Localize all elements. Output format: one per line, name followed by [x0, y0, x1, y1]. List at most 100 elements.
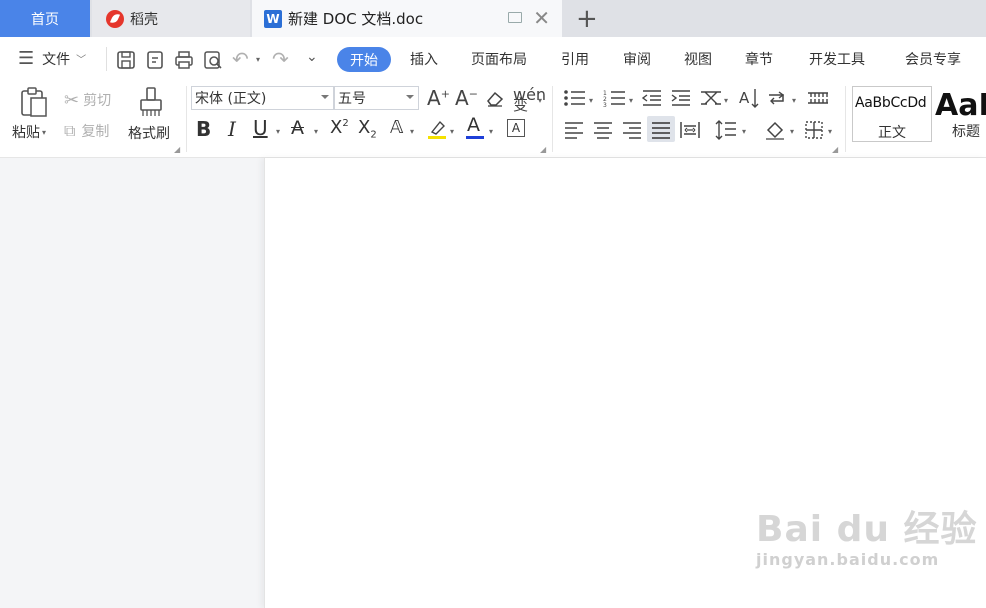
phonetic-dropdown-icon[interactable]: ▾ — [538, 96, 542, 105]
font-dialog-launcher-icon[interactable]: ◢ — [540, 145, 546, 154]
cut-label: 剪切 — [83, 93, 112, 109]
baidu-watermark: Bai du 经验 jingyan.baidu.com — [756, 500, 978, 569]
divider — [186, 86, 187, 152]
print-icon[interactable] — [174, 50, 194, 70]
increase-indent-icon[interactable] — [670, 89, 692, 107]
menu-chapter-label: 章节 — [745, 51, 773, 68]
show-hide-marks-icon[interactable] — [767, 89, 789, 107]
line-spacing-icon[interactable] — [714, 119, 738, 141]
numbered-list-icon[interactable]: 123 — [603, 89, 627, 107]
subscript-icon[interactable]: X2 — [358, 117, 377, 141]
save-icon[interactable] — [116, 50, 136, 70]
svg-text:3: 3 — [603, 102, 607, 107]
undo-icon[interactable]: ↶ — [232, 47, 249, 71]
menu-review-label: 审阅 — [623, 51, 651, 68]
undo-dropdown-icon[interactable]: ▾ — [256, 55, 260, 64]
bold-button[interactable]: B — [196, 117, 211, 141]
bullet-dropdown-icon[interactable]: ▾ — [589, 96, 593, 105]
character-border-icon[interactable]: A — [507, 119, 525, 137]
tab-daoke-label: 稻壳 — [130, 11, 158, 28]
new-tab-plus-icon[interactable]: + — [576, 4, 598, 34]
paste-clipboard-icon[interactable] — [19, 86, 49, 118]
export-pdf-icon[interactable] — [145, 50, 165, 70]
menu-layout-label: 页面布局 — [471, 51, 527, 68]
menu-insert-tab[interactable]: 插入 — [410, 37, 438, 80]
hamburger-icon: ☰ — [18, 48, 35, 69]
shading-dropdown-icon[interactable]: ▾ — [790, 127, 794, 136]
file-menu-button[interactable]: ☰ 文件 ﹀ — [18, 37, 86, 80]
divider — [552, 86, 553, 152]
superscript-icon[interactable]: X2 — [330, 117, 349, 138]
chinese-layout-icon[interactable] — [699, 88, 723, 108]
copy-label: 复制 — [81, 124, 110, 140]
strikethrough-dropdown-icon[interactable]: ▾ — [314, 127, 318, 136]
shrink-font-icon[interactable]: A− — [455, 86, 478, 110]
tab-daoke[interactable]: 稻壳 — [92, 0, 250, 37]
underline-dropdown-icon[interactable]: ▾ — [276, 127, 280, 136]
copy-button[interactable]: ⧉ 复制 — [64, 121, 109, 141]
menu-start-tab[interactable]: 开始 — [337, 47, 391, 72]
chevron-down-icon — [321, 95, 329, 99]
menu-start-label: 开始 — [350, 52, 378, 69]
font-color-icon[interactable]: A — [467, 114, 480, 136]
menu-reference-tab[interactable]: 引用 — [561, 37, 589, 80]
close-tab-icon[interactable]: ✕ — [533, 6, 550, 30]
grow-font-icon[interactable]: A+ — [427, 86, 450, 110]
file-menu-label: 文件 — [42, 51, 71, 68]
clear-format-eraser-icon[interactable] — [485, 89, 505, 107]
underline-button[interactable]: U — [253, 116, 268, 140]
borders-dropdown-icon[interactable]: ▾ — [828, 127, 832, 136]
menu-devtools-label: 开发工具 — [809, 51, 865, 68]
watermark-url-text: jingyan.baidu.com — [756, 550, 940, 569]
tab-ruler-icon[interactable] — [806, 90, 830, 106]
paragraph-dialog-launcher-icon[interactable]: ◢ — [832, 145, 838, 154]
line-spacing-dropdown-icon[interactable]: ▾ — [742, 127, 746, 136]
align-right-icon[interactable] — [621, 121, 643, 139]
style-heading[interactable]: AaB 标题 — [934, 86, 986, 142]
strikethrough-icon[interactable]: A — [291, 117, 304, 139]
decrease-indent-icon[interactable] — [641, 89, 663, 107]
menu-devtools-tab[interactable]: 开发工具 — [809, 37, 865, 80]
align-center-icon[interactable] — [592, 121, 614, 139]
marks-dropdown-icon[interactable]: ▾ — [792, 96, 796, 105]
menu-review-tab[interactable]: 审阅 — [623, 37, 651, 80]
menu-layout-tab[interactable]: 页面布局 — [471, 37, 527, 80]
cut-button[interactable]: ✂ 剪切 — [64, 90, 112, 111]
paste-label: 粘贴 — [12, 125, 40, 141]
menu-chapter-tab[interactable]: 章节 — [745, 37, 773, 80]
menu-reference-label: 引用 — [561, 51, 589, 68]
sort-icon[interactable]: A — [738, 87, 760, 109]
menu-view-tab[interactable]: 视图 — [684, 37, 712, 80]
quick-access-more-icon[interactable]: ⌄ — [306, 49, 318, 65]
font-size-select[interactable]: 五号 — [334, 86, 419, 110]
menu-member-tab[interactable]: 会员专享 — [905, 37, 961, 80]
font-name-value: 宋体 (正文) — [195, 91, 267, 107]
font-color-dropdown-icon[interactable]: ▾ — [489, 127, 493, 136]
style-heading-label: 标题 — [952, 124, 980, 140]
shading-fill-icon[interactable] — [764, 119, 788, 141]
italic-button[interactable]: I — [228, 117, 236, 141]
justify-icon[interactable] — [650, 121, 672, 139]
text-effect-icon[interactable]: 𝔸 — [390, 117, 403, 138]
format-painter-label[interactable]: 格式刷 — [128, 123, 170, 143]
style-normal[interactable]: AaBbCcDd 正文 — [852, 86, 932, 142]
numbering-dropdown-icon[interactable]: ▾ — [629, 96, 633, 105]
clipboard-dialog-launcher-icon[interactable]: ◢ — [174, 145, 180, 154]
chinese-layout-dropdown-icon[interactable]: ▾ — [724, 96, 728, 105]
tab-document[interactable]: W 新建 DOC 文档.doc ✕ — [252, 0, 562, 37]
tab-home[interactable]: 首页 — [0, 0, 90, 37]
font-name-select[interactable]: 宋体 (正文) — [191, 86, 334, 110]
redo-icon[interactable]: ↷ — [272, 47, 289, 71]
borders-icon[interactable] — [804, 120, 824, 140]
paste-button[interactable]: 粘贴 ▾ — [12, 122, 46, 142]
align-left-icon[interactable] — [563, 121, 585, 139]
pin-window-icon[interactable] — [508, 12, 522, 23]
highlight-pen-icon[interactable] — [426, 118, 448, 140]
distributed-align-icon[interactable] — [679, 120, 701, 140]
format-painter-icon[interactable] — [138, 86, 164, 118]
text-effect-dropdown-icon[interactable]: ▾ — [410, 127, 414, 136]
highlight-dropdown-icon[interactable]: ▾ — [450, 127, 454, 136]
print-preview-icon[interactable] — [203, 50, 223, 70]
wps-writer-icon: W — [264, 9, 282, 28]
bullet-list-icon[interactable] — [563, 89, 587, 107]
